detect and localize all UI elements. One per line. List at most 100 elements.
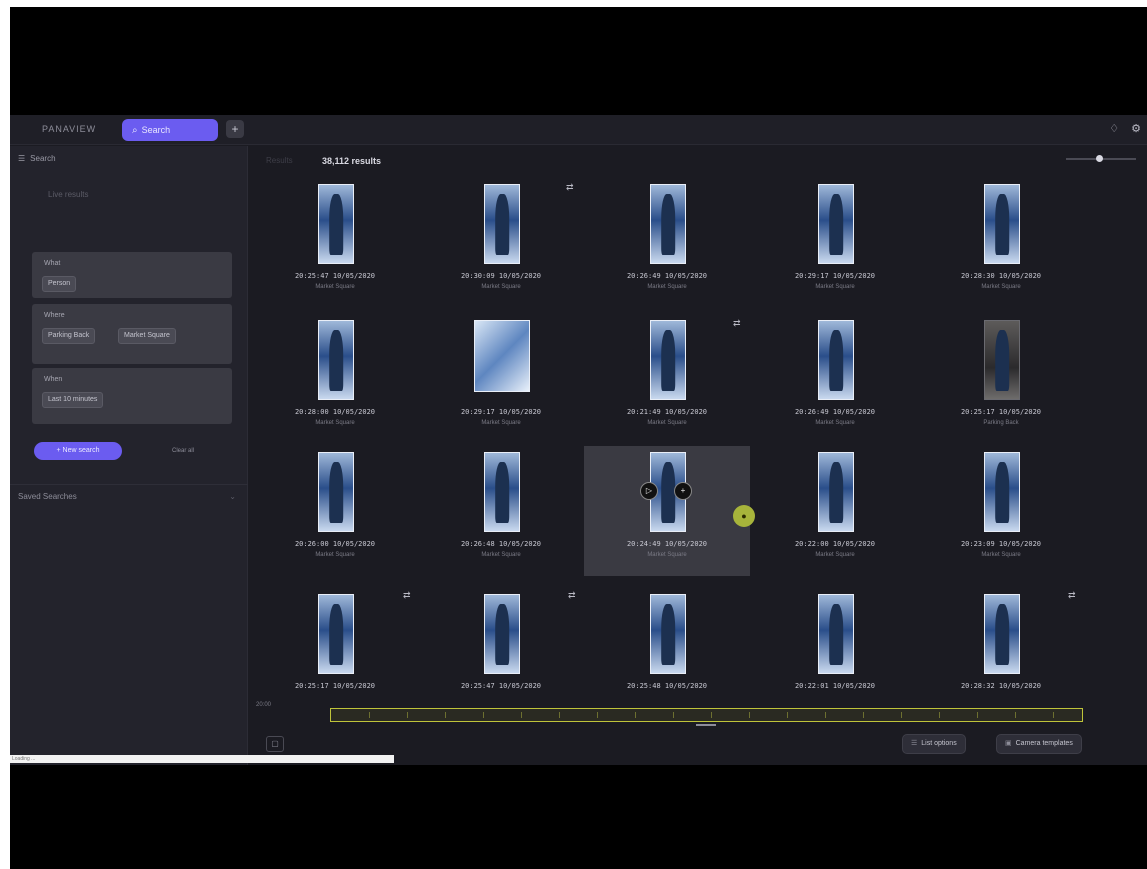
result-thumbnail[interactable] — [818, 452, 854, 532]
link-icon[interactable]: ⇄ — [1068, 590, 1076, 601]
search-icon: ⌕ — [132, 124, 138, 136]
result-card[interactable]: 20:25:48 10/05/2020 — [584, 588, 750, 718]
settings-icon[interactable]: ⚙ — [1131, 122, 1141, 135]
result-thumbnail[interactable] — [318, 594, 354, 674]
filter-chip[interactable]: Parking Back — [42, 328, 96, 344]
list-options-button[interactable]: ☰ List options — [902, 734, 966, 754]
filter-chip[interactable]: Person — [42, 276, 77, 292]
filter-where[interactable]: Where Parking Back Market Square — [32, 304, 232, 364]
play-icon[interactable]: ▷ — [640, 482, 658, 500]
result-thumbnail[interactable] — [474, 320, 530, 392]
person-figure — [329, 194, 343, 256]
result-thumbnail[interactable] — [984, 184, 1020, 264]
filter-when[interactable]: When Last 10 minutes — [32, 368, 232, 424]
result-thumbnail[interactable] — [984, 594, 1020, 674]
result-timestamp: 20:25:17 10/05/2020 — [294, 682, 376, 690]
person-figure — [995, 604, 1009, 666]
result-thumbnail[interactable] — [484, 594, 520, 674]
result-thumbnail[interactable] — [984, 452, 1020, 532]
filter-chip[interactable]: Last 10 minutes — [42, 392, 104, 408]
result-thumbnail[interactable] — [318, 184, 354, 264]
result-timestamp: 20:22:01 10/05/2020 — [794, 682, 876, 690]
result-thumbnail[interactable] — [818, 320, 854, 400]
person-figure — [329, 330, 343, 392]
result-thumbnail[interactable] — [484, 452, 520, 532]
result-timestamp: 20:21:49 10/05/2020 — [626, 408, 708, 416]
timeline-handle[interactable] — [696, 724, 716, 726]
person-figure — [329, 604, 343, 666]
result-thumbnail[interactable] — [318, 452, 354, 532]
result-card[interactable]: 20:29:17 10/05/2020 Market Square — [752, 178, 918, 308]
result-camera: Parking Back — [983, 420, 1019, 426]
link-icon[interactable]: ⇄ — [568, 590, 576, 601]
result-camera: Market Square — [481, 284, 521, 290]
panel-icon: ☰ — [18, 154, 26, 163]
saved-searches-label: Saved Searches — [18, 492, 77, 501]
result-card[interactable]: 20:25:17 10/05/2020 — [252, 588, 418, 718]
result-thumbnail[interactable] — [650, 594, 686, 674]
timeline-tick — [407, 712, 408, 718]
result-card[interactable]: 20:26:49 10/05/2020 Market Square — [752, 314, 918, 444]
zoom-slider-handle[interactable] — [1096, 155, 1103, 162]
filter-what[interactable]: What Person — [32, 252, 232, 298]
result-card[interactable]: 20:22:00 10/05/2020 Market Square — [752, 446, 918, 576]
result-card[interactable]: 20:22:01 10/05/2020 — [752, 588, 918, 718]
camera-templates-button[interactable]: ▣ Camera templates — [996, 734, 1082, 754]
result-card[interactable]: 20:23:09 10/05/2020 Market Square — [918, 446, 1084, 576]
result-card[interactable]: 20:29:17 10/05/2020 Market Square — [418, 314, 584, 444]
result-card[interactable]: 20:26:00 10/05/2020 Market Square — [252, 446, 418, 576]
result-thumbnail[interactable] — [650, 184, 686, 264]
result-thumbnail[interactable] — [650, 320, 686, 400]
clear-all-link[interactable]: Clear all — [172, 448, 194, 454]
result-thumbnail[interactable] — [818, 594, 854, 674]
result-card[interactable]: 20:24:49 10/05/2020 Market Square ▷ + — [584, 446, 750, 576]
selection-indicator-icon[interactable]: ● — [733, 505, 755, 527]
link-icon[interactable]: ⇄ — [403, 590, 411, 601]
result-card[interactable]: 20:21:49 10/05/2020 Market Square — [584, 314, 750, 444]
result-card[interactable]: 20:28:30 10/05/2020 Market Square — [918, 178, 1084, 308]
layout-toggle-button[interactable]: ▢ — [266, 736, 284, 752]
result-card[interactable]: 20:25:17 10/05/2020 Parking Back — [918, 314, 1084, 444]
person-figure — [495, 194, 509, 256]
result-camera: Market Square — [815, 552, 855, 558]
link-icon[interactable]: ⇄ — [733, 318, 741, 329]
add-tab-button[interactable]: + — [226, 120, 244, 138]
person-figure — [495, 462, 509, 524]
result-thumbnail[interactable] — [318, 320, 354, 400]
result-timestamp: 20:26:00 10/05/2020 — [294, 540, 376, 548]
bell-icon[interactable]: ♢ — [1109, 122, 1119, 135]
saved-searches-section[interactable]: Saved Searches ⌄ — [10, 484, 248, 508]
timeline-tick — [1015, 712, 1016, 718]
result-timestamp: 20:26:49 10/05/2020 — [794, 408, 876, 416]
result-card[interactable]: 20:30:09 10/05/2020 Market Square — [418, 178, 584, 308]
search-tab[interactable]: ⌕ Search — [122, 119, 218, 141]
link-icon[interactable]: ⇄ — [566, 182, 574, 193]
result-camera: Market Square — [647, 284, 687, 290]
result-thumbnail[interactable] — [984, 320, 1020, 400]
result-timestamp: 20:28:32 10/05/2020 — [960, 682, 1042, 690]
timeline-bar[interactable] — [330, 708, 1083, 722]
new-search-button[interactable]: + New search — [34, 442, 122, 460]
result-thumbnail[interactable] — [484, 184, 520, 264]
result-card[interactable]: 20:28:32 10/05/2020 — [918, 588, 1084, 718]
timeline-tick — [787, 712, 788, 718]
sidebar-subtitle: Live results — [48, 190, 89, 199]
result-camera: Market Square — [815, 284, 855, 290]
person-figure — [661, 330, 675, 392]
zoom-slider[interactable] — [1066, 155, 1136, 162]
result-card[interactable]: 20:26:48 10/05/2020 Market Square — [418, 446, 584, 576]
result-timestamp: 20:22:00 10/05/2020 — [794, 540, 876, 548]
filter-title: What — [44, 260, 61, 267]
person-figure — [995, 462, 1009, 524]
result-thumbnail[interactable] — [818, 184, 854, 264]
filter-chip[interactable]: Market Square — [118, 328, 176, 344]
result-card[interactable]: 20:25:47 10/05/2020 — [418, 588, 584, 718]
chevron-down-icon: ⌄ — [229, 492, 236, 501]
result-card[interactable]: 20:25:47 10/05/2020 Market Square — [252, 178, 418, 308]
result-card[interactable]: 20:26:49 10/05/2020 Market Square — [584, 178, 750, 308]
result-timestamp: 20:23:09 10/05/2020 — [960, 540, 1042, 548]
result-timestamp: 20:25:47 10/05/2020 — [294, 272, 376, 280]
add-icon[interactable]: + — [674, 482, 692, 500]
result-card[interactable]: 20:28:00 10/05/2020 Market Square — [252, 314, 418, 444]
sidebar-header[interactable]: ☰ Search — [18, 154, 56, 163]
